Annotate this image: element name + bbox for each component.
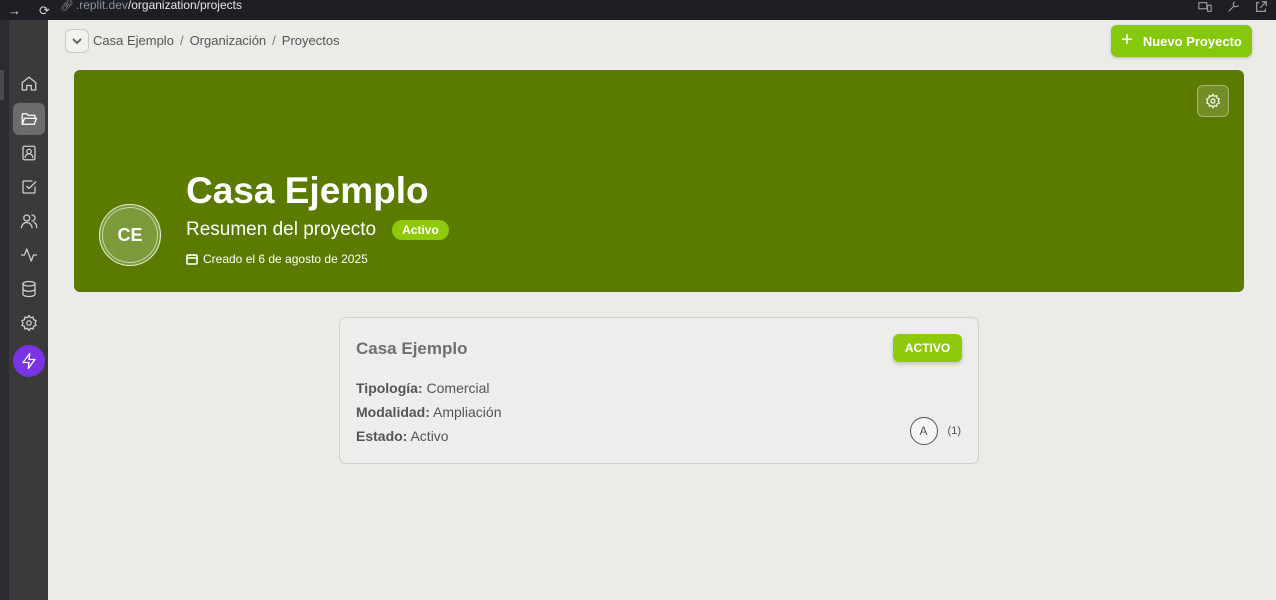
modality-value: Ampliación [433, 404, 502, 420]
new-project-label: Nuevo Proyecto [1142, 33, 1242, 49]
created-date: Creado el 6 de agosto de 2025 [186, 252, 368, 266]
link-icon: 🔗︎ [59, 0, 74, 12]
gear-icon [1205, 93, 1221, 109]
users-icon [20, 214, 38, 229]
project-hero-banner: CE Casa Ejemplo Resumen del proyecto Act… [74, 70, 1244, 292]
check-square-icon [22, 180, 37, 194]
gear-icon [21, 314, 37, 332]
breadcrumb-organization[interactable]: Organización [190, 33, 267, 48]
breadcrumb-separator: / [179, 33, 184, 48]
sidebar [9, 20, 48, 600]
plus-icon: + [1121, 29, 1133, 51]
edge-handle[interactable] [0, 70, 4, 100]
folder-open-icon [21, 113, 38, 125]
member-count: (1) [947, 425, 961, 437]
hero-subtitle-row: Resumen del proyecto Activo [186, 219, 449, 241]
sidebar-item-contacts[interactable] [13, 137, 45, 169]
activity-icon [20, 248, 38, 262]
project-members[interactable]: A (1) [909, 417, 961, 445]
project-avatar: CE [99, 204, 161, 266]
project-modality: Modalidad: Ampliación [356, 404, 502, 420]
topbar: Casa Ejemplo / Organización / Proyectos … [48, 20, 1276, 61]
lightning-icon [22, 352, 36, 370]
collapse-sidebar-button[interactable] [65, 29, 89, 53]
project-status-badge: ACTIVO [893, 334, 962, 362]
state-label: Estado: [356, 428, 408, 444]
chevron-down-icon [72, 38, 82, 45]
breadcrumb-projects: Proyectos [281, 33, 340, 48]
sidebar-item-activity[interactable] [13, 239, 45, 271]
project-state: Estado: Activo [356, 428, 449, 444]
project-card-title[interactable]: Casa Ejemplo [356, 339, 468, 359]
reload-icon[interactable]: ⟳ [39, 4, 50, 17]
devices-icon[interactable] [1198, 0, 1212, 14]
typology-value: Comercial [426, 380, 490, 396]
database-icon [22, 280, 36, 298]
contact-icon [22, 145, 36, 161]
sidebar-item-settings[interactable] [13, 307, 45, 339]
state-value: Activo [410, 428, 449, 444]
sidebar-item-boost[interactable] [13, 345, 45, 377]
new-project-button[interactable]: + Nuevo Proyecto [1111, 25, 1252, 57]
created-date-text: Creado el 6 de agosto de 2025 [203, 252, 368, 266]
hero-subtitle: Resumen del proyecto [186, 219, 377, 240]
sidebar-item-database[interactable] [13, 273, 45, 305]
browser-toolbar: → ⟳ 🔗︎ .replit.dev/organization/projects [0, 0, 1276, 20]
typology-label: Tipología: [356, 380, 423, 396]
url-path: /organization/projects [127, 0, 242, 12]
sidebar-item-users[interactable] [13, 205, 45, 237]
project-typology: Tipología: Comercial [356, 380, 490, 396]
modality-label: Modalidad: [356, 404, 430, 420]
outer-edge [0, 20, 9, 600]
forward-icon[interactable]: → [8, 4, 21, 17]
url-host: .replit.dev [75, 0, 128, 12]
status-badge: Activo [392, 220, 449, 240]
hero-settings-button[interactable] [1197, 85, 1229, 117]
breadcrumb-separator: / [272, 33, 276, 48]
external-link-icon[interactable] [1254, 0, 1268, 14]
project-card[interactable]: Casa Ejemplo ACTIVO Tipología: Comercial… [339, 317, 979, 464]
breadcrumb-org-home[interactable]: Casa Ejemplo [93, 33, 174, 48]
home-icon [21, 76, 37, 91]
breadcrumb: Casa Ejemplo / Organización / Proyectos [93, 33, 340, 48]
avatar[interactable]: A [909, 417, 938, 445]
calendar-icon [186, 254, 198, 265]
page-title: Casa Ejemplo [186, 170, 429, 211]
address-bar[interactable]: 🔗︎ .replit.dev/organization/projects [60, 0, 242, 12]
sidebar-item-projects[interactable] [13, 103, 45, 135]
wrench-icon[interactable] [1226, 0, 1240, 14]
sidebar-item-tasks[interactable] [13, 171, 45, 203]
sidebar-item-home[interactable] [13, 68, 45, 100]
